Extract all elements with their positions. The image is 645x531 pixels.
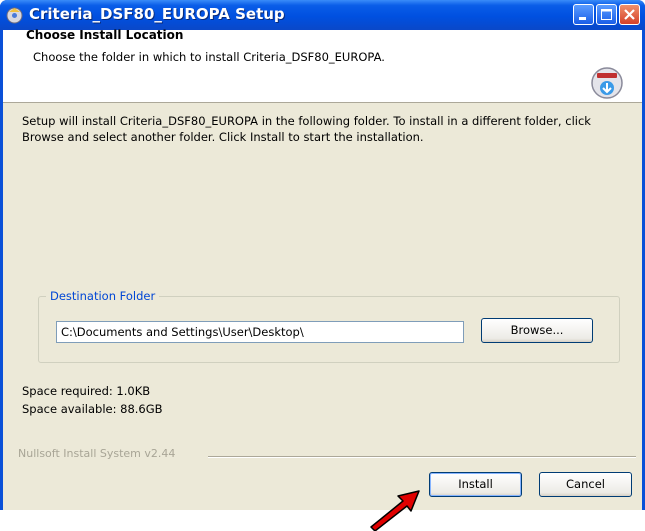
maximize-icon	[601, 9, 612, 20]
page-subtitle: Choose the folder in which to install Cr…	[33, 50, 385, 64]
cancel-button[interactable]: Cancel	[539, 472, 632, 497]
minimize-icon	[579, 17, 586, 20]
window-title: Criteria_DSF80_EUROPA Setup	[29, 5, 285, 23]
space-required-text: Space required: 1.0KB	[22, 384, 151, 398]
setup-disk-icon	[6, 7, 23, 24]
title-bar[interactable]: Criteria_DSF80_EUROPA Setup	[0, 0, 645, 30]
browse-button[interactable]: Browse...	[481, 318, 593, 343]
dialog-body	[3, 30, 642, 510]
setup-window: Criteria_DSF80_EUROPA Setup	[0, 0, 645, 510]
minimize-button[interactable]	[573, 4, 594, 25]
installer-disk-icon	[591, 67, 623, 99]
description-text: Setup will install Criteria_DSF80_EUROPA…	[22, 114, 591, 144]
destination-path-input[interactable]: C:\Documents and Settings\User\Desktop\	[56, 321, 464, 343]
maximize-button[interactable]	[596, 4, 617, 25]
space-available-text: Space available: 88.6GB	[22, 402, 163, 416]
close-icon	[624, 9, 635, 20]
red-arrow-icon	[370, 490, 420, 531]
close-button[interactable]	[619, 4, 640, 25]
nsis-brand-text: Nullsoft Install System v2.44	[18, 447, 176, 460]
destination-folder-label: Destination Folder	[46, 289, 160, 303]
install-button[interactable]: Install	[429, 472, 522, 497]
footer-divider	[208, 456, 636, 458]
page-title: Choose Install Location	[26, 28, 184, 42]
